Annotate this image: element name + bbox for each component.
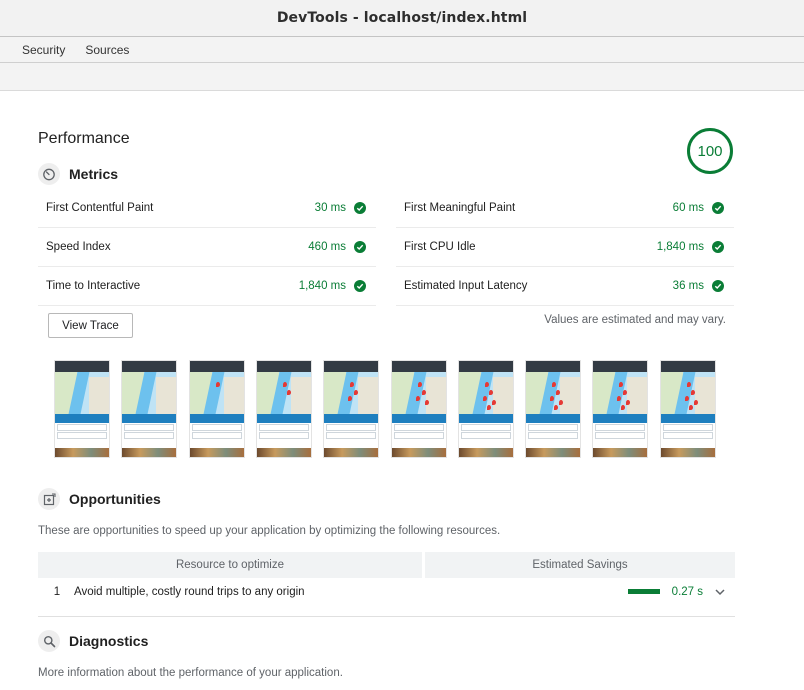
metric-name: First Contentful Paint [46,202,154,214]
metrics-grid: First Contentful Paint 30 ms First Meani… [38,189,735,306]
check-circle-icon [712,202,724,214]
performance-score-gauge: 100 [687,128,733,174]
metrics-heading-label: Metrics [69,166,119,182]
savings-bar [627,589,660,594]
column-header-resource: Resource to optimize [38,552,422,578]
metric-value: 1,840 ms [298,280,346,292]
metric-name: First CPU Idle [404,241,476,253]
metric-value: 60 ms [672,202,704,214]
metric-name: Speed Index [46,241,111,253]
opportunity-icon [38,488,60,510]
filmstrip [54,360,720,458]
window-title: DevTools - localhost/index.html [276,10,528,26]
metric-name: Estimated Input Latency [404,280,528,292]
opportunities-heading: Opportunities [38,488,161,510]
chevron-down-icon[interactable] [715,583,725,601]
score-value: 100 [697,142,723,160]
filmstrip-frame [189,360,245,458]
check-circle-icon [712,280,724,292]
metric-name: Time to Interactive [46,280,141,292]
tab-security[interactable]: Security [12,37,75,63]
opportunity-index: 1 [53,585,61,598]
estimate-note: Values are estimated and may vary. [544,314,726,326]
metric-estimated-input-latency: Estimated Input Latency 36 ms [396,267,734,306]
view-trace-button[interactable]: View Trace [48,313,133,338]
diagnostics-heading-label: Diagnostics [69,633,149,649]
metric-value: 1,840 ms [656,241,704,253]
filmstrip-frame [323,360,379,458]
metric-name: First Meaningful Paint [404,202,516,214]
filmstrip-frame [592,360,648,458]
metric-time-to-interactive: Time to Interactive 1,840 ms [38,267,376,306]
stopwatch-icon [38,163,60,185]
filmstrip-frame [391,360,447,458]
metrics-heading: Metrics [38,163,118,185]
check-circle-icon [354,202,366,214]
check-circle-icon [712,241,724,253]
tab-sources[interactable]: Sources [75,37,139,63]
check-circle-icon [354,280,366,292]
window-titlebar: DevTools - localhost/index.html [0,0,804,37]
filmstrip-frame [121,360,177,458]
opportunity-name: Avoid multiple, costly round trips to an… [74,585,305,598]
check-circle-icon [354,241,366,253]
metric-first-cpu-idle: First CPU Idle 1,840 ms [396,228,734,267]
opportunities-heading-label: Opportunities [69,491,161,507]
metric-speed-index: Speed Index 460 ms [38,228,376,267]
opportunity-row[interactable]: 1 Avoid multiple, costly round trips to … [38,578,735,605]
diagnostics-heading: Diagnostics [38,630,148,652]
filmstrip-frame [660,360,716,458]
lighthouse-report: Performance 100 Metrics First Contentful… [0,91,804,690]
metric-first-meaningful-paint: First Meaningful Paint 60 ms [396,189,734,228]
filmstrip-frame [54,360,110,458]
filmstrip-frame [525,360,581,458]
category-title: Performance [38,130,130,147]
metric-value: 460 ms [308,241,346,253]
audits-toolbar [0,63,804,91]
column-header-savings: Estimated Savings [425,552,735,578]
filmstrip-frame [256,360,312,458]
diagnostics-description: More information about the performance o… [38,667,343,679]
metric-value: 30 ms [314,202,346,214]
magnifier-icon [38,630,60,652]
metric-value: 36 ms [672,280,704,292]
metric-first-contentful-paint: First Contentful Paint 30 ms [38,189,376,228]
devtools-tabbar: Security Sources [0,37,804,63]
filmstrip-frame [458,360,514,458]
opportunities-description: These are opportunities to speed up your… [38,525,501,537]
opportunity-savings: 0.27 s [671,585,703,598]
opportunities-divider [38,616,735,617]
